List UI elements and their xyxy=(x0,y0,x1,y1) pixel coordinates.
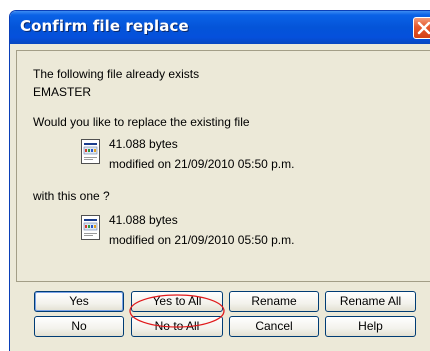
close-icon xyxy=(417,21,430,35)
dialog-title: Confirm file replace xyxy=(20,17,189,35)
screenshot-root: Confirm file replace The following file … xyxy=(0,0,430,351)
title-bar[interactable]: Confirm file replace xyxy=(10,11,430,44)
with-this-one-label: with this one ? xyxy=(33,189,110,203)
exists-message: The following file already exists xyxy=(33,67,200,81)
new-file-modified: modified on 21/09/2010 05:50 p.m. xyxy=(109,233,295,247)
close-button[interactable] xyxy=(413,17,430,39)
yes-to-all-button[interactable]: Yes to All xyxy=(131,291,223,312)
existing-file-modified: modified on 21/09/2010 05:50 p.m. xyxy=(109,157,295,171)
message-panel: The following file already exists EMASTE… xyxy=(16,50,430,282)
document-icon xyxy=(81,139,100,164)
document-icon xyxy=(81,215,100,240)
yes-button[interactable]: Yes xyxy=(34,291,124,312)
rename-all-button[interactable]: Rename All xyxy=(325,291,416,312)
no-to-all-button[interactable]: No to All xyxy=(131,316,223,337)
help-button[interactable]: Help xyxy=(325,316,416,337)
filename-label: EMASTER xyxy=(33,85,92,99)
existing-file-size: 41.088 bytes xyxy=(109,137,178,151)
no-button[interactable]: No xyxy=(34,316,124,337)
replace-question: Would you like to replace the existing f… xyxy=(33,115,250,129)
rename-button[interactable]: Rename xyxy=(229,291,319,312)
cancel-button[interactable]: Cancel xyxy=(229,316,319,337)
new-file-size: 41.088 bytes xyxy=(109,213,178,227)
confirm-file-replace-dialog: Confirm file replace The following file … xyxy=(9,10,430,351)
